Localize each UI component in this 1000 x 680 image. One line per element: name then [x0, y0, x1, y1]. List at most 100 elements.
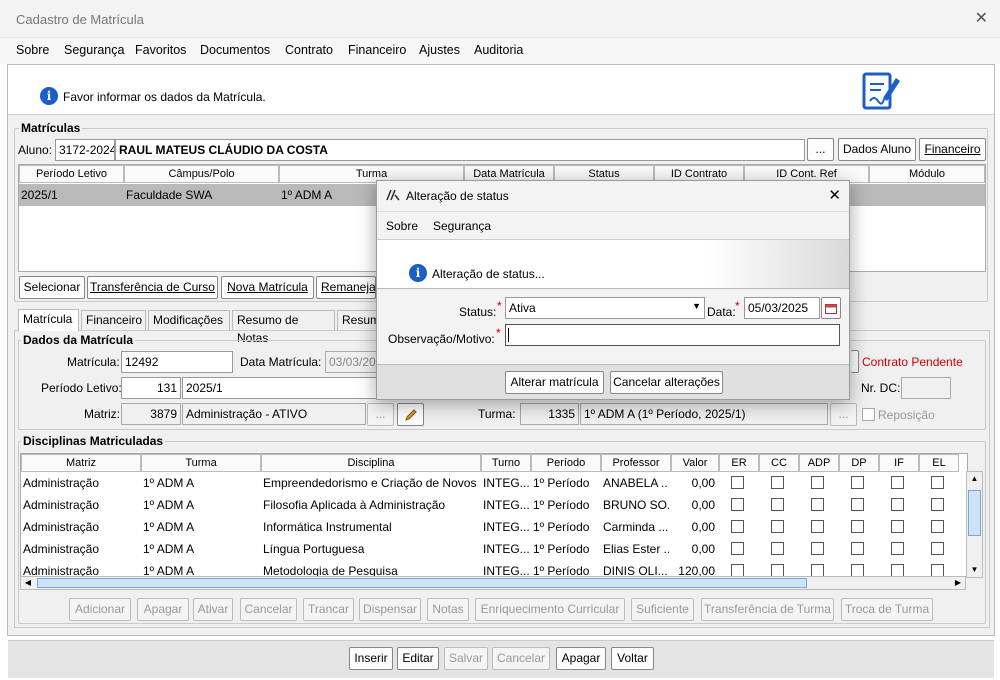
dialog-menu-seguranca[interactable]: Segurança: [433, 219, 491, 233]
suficiente-button[interactable]: Suficiente: [631, 598, 694, 621]
menu-seguranca[interactable]: Segurança: [64, 43, 124, 57]
disc-col-adp[interactable]: ADP: [799, 454, 839, 472]
notas-button[interactable]: Notas: [427, 598, 469, 621]
disc-checkbox-adp[interactable]: [811, 476, 824, 489]
aluno-codigo-field[interactable]: 3172-2024: [55, 139, 115, 161]
tab-matricula[interactable]: Matrícula: [18, 309, 79, 331]
disc-checkbox-er[interactable]: [731, 498, 744, 511]
scroll-left-icon[interactable]: ◀: [21, 577, 35, 589]
turma-codigo-field[interactable]: 1335: [520, 403, 579, 425]
status-select[interactable]: Ativa ▼: [505, 297, 705, 319]
menu-favoritos[interactable]: Favoritos: [135, 43, 186, 57]
voltar-button[interactable]: Voltar: [611, 647, 654, 670]
scroll-right-icon[interactable]: ▶: [951, 577, 965, 589]
disc-col-el[interactable]: EL: [919, 454, 959, 472]
edit-matriz-button[interactable]: [397, 403, 424, 426]
troca-turma-button[interactable]: Troca de Turma: [841, 598, 933, 621]
col-campus-polo[interactable]: Câmpus/Polo: [124, 165, 279, 183]
disc-col-er[interactable]: ER: [719, 454, 759, 472]
disc-checkbox-cc[interactable]: [771, 542, 784, 555]
menu-auditoria[interactable]: Auditoria: [474, 43, 523, 57]
disc-checkbox-cc[interactable]: [771, 498, 784, 511]
scroll-down-icon[interactable]: ▼: [967, 563, 982, 577]
horizontal-scrollbar[interactable]: ◀ ▶: [20, 576, 966, 590]
chevron-down-icon[interactable]: ▼: [692, 301, 701, 311]
disc-col-professor[interactable]: Professor: [601, 454, 671, 472]
selecionar-button[interactable]: Selecionar: [19, 276, 85, 299]
transferencia-curso-button[interactable]: Transferência de Curso: [87, 276, 218, 299]
dialog-menu-sobre[interactable]: Sobre: [386, 219, 418, 233]
close-icon[interactable]: ✕: [975, 8, 988, 28]
matriz-field[interactable]: Administração - ATIVO: [182, 403, 366, 425]
disc-col-if[interactable]: IF: [879, 454, 919, 472]
dados-aluno-button[interactable]: Dados Aluno: [838, 138, 916, 161]
dialog-close-icon[interactable]: ✕: [828, 186, 841, 204]
disc-checkbox-el[interactable]: [931, 498, 944, 511]
aluno-nome-field[interactable]: RAUL MATEUS CLÁUDIO DA COSTA: [115, 139, 805, 161]
obs-input[interactable]: [505, 324, 840, 346]
disc-checkbox-dp[interactable]: [851, 520, 864, 533]
menu-contrato[interactable]: Contrato: [285, 43, 333, 57]
col-modulo[interactable]: Módulo: [869, 165, 985, 183]
menu-financeiro[interactable]: Financeiro: [348, 43, 406, 57]
turma-field[interactable]: 1º ADM A (1º Período, 2025/1): [580, 403, 828, 425]
disc-checkbox-if[interactable]: [891, 520, 904, 533]
dispensar-button[interactable]: Dispensar: [359, 598, 421, 621]
col-periodo-letivo[interactable]: Período Letivo: [19, 165, 124, 183]
adicionar-button[interactable]: Adicionar: [69, 598, 131, 621]
disc-col-turno[interactable]: Turno: [481, 454, 531, 472]
disc-checkbox-el[interactable]: [931, 520, 944, 533]
cancelar-button[interactable]: Cancelar: [492, 647, 550, 670]
matriz-codigo-field[interactable]: 3879: [121, 403, 181, 425]
scroll-up-icon[interactable]: ▲: [967, 472, 982, 486]
tab-financeiro[interactable]: Financeiro: [81, 310, 146, 330]
tab-resumo-notas[interactable]: Resumo de Notas: [232, 310, 335, 345]
disc-checkbox-dp[interactable]: [851, 498, 864, 511]
disc-checkbox-dp[interactable]: [851, 542, 864, 555]
tab-modificacoes[interactable]: Modificações: [148, 310, 230, 330]
disc-col-per-odo[interactable]: Período: [531, 454, 601, 472]
disc-col-dp[interactable]: DP: [839, 454, 879, 472]
cancelar-disciplina-button[interactable]: Cancelar: [240, 598, 297, 621]
disc-checkbox-if[interactable]: [891, 476, 904, 489]
trancar-button[interactable]: Trancar: [303, 598, 354, 621]
disc-checkbox-er[interactable]: [731, 520, 744, 533]
scroll-thumb[interactable]: [968, 490, 981, 536]
nova-matricula-button[interactable]: Nova Matrícula: [221, 276, 314, 299]
disc-checkbox-cc[interactable]: [771, 476, 784, 489]
apagar-button[interactable]: Apagar: [556, 647, 606, 670]
periodo-codigo-field[interactable]: 131: [121, 377, 181, 399]
aluno-search-button[interactable]: ...: [807, 138, 834, 161]
data-matricula-field[interactable]: 03/03/2025: [325, 351, 377, 373]
disc-col-disciplina[interactable]: Disciplina: [261, 454, 481, 472]
apagar-disciplina-button[interactable]: Apagar: [137, 598, 189, 621]
disc-checkbox-adp[interactable]: [811, 520, 824, 533]
periodo-field[interactable]: 2025/1: [182, 377, 377, 399]
disc-checkbox-el[interactable]: [931, 542, 944, 555]
disc-checkbox-adp[interactable]: [811, 542, 824, 555]
ativar-button[interactable]: Ativar: [193, 598, 233, 621]
disc-checkbox-er[interactable]: [731, 542, 744, 555]
data-field[interactable]: 05/03/2025: [744, 297, 820, 319]
reposicao-checkbox[interactable]: [862, 408, 875, 421]
menu-sobre[interactable]: Sobre: [16, 43, 49, 57]
inserir-button[interactable]: Inserir: [349, 647, 393, 670]
transferencia-turma-button[interactable]: Transferência de Turma: [701, 598, 834, 621]
disc-checkbox-cc[interactable]: [771, 520, 784, 533]
cancelar-alteracoes-button[interactable]: Cancelar alterações: [610, 371, 723, 394]
financeiro-button[interactable]: Financeiro: [919, 138, 986, 161]
disc-checkbox-if[interactable]: [891, 498, 904, 511]
alterar-matricula-button[interactable]: Alterar matrícula: [505, 371, 604, 394]
disc-checkbox-el[interactable]: [931, 476, 944, 489]
disc-col-turma[interactable]: Turma: [141, 454, 261, 472]
editar-button[interactable]: Editar: [397, 647, 439, 670]
salvar-button[interactable]: Salvar: [444, 647, 488, 670]
disc-col-cc[interactable]: CC: [759, 454, 799, 472]
matricula-field[interactable]: 12492: [121, 351, 233, 373]
turma-search-button[interactable]: ...: [830, 403, 857, 426]
nr-dc-field[interactable]: [901, 377, 951, 399]
menu-documentos[interactable]: Documentos: [200, 43, 270, 57]
enriquecimento-curricular-button[interactable]: Enriquecimento Curricular: [475, 598, 625, 621]
disc-checkbox-adp[interactable]: [811, 498, 824, 511]
menu-ajustes[interactable]: Ajustes: [419, 43, 460, 57]
